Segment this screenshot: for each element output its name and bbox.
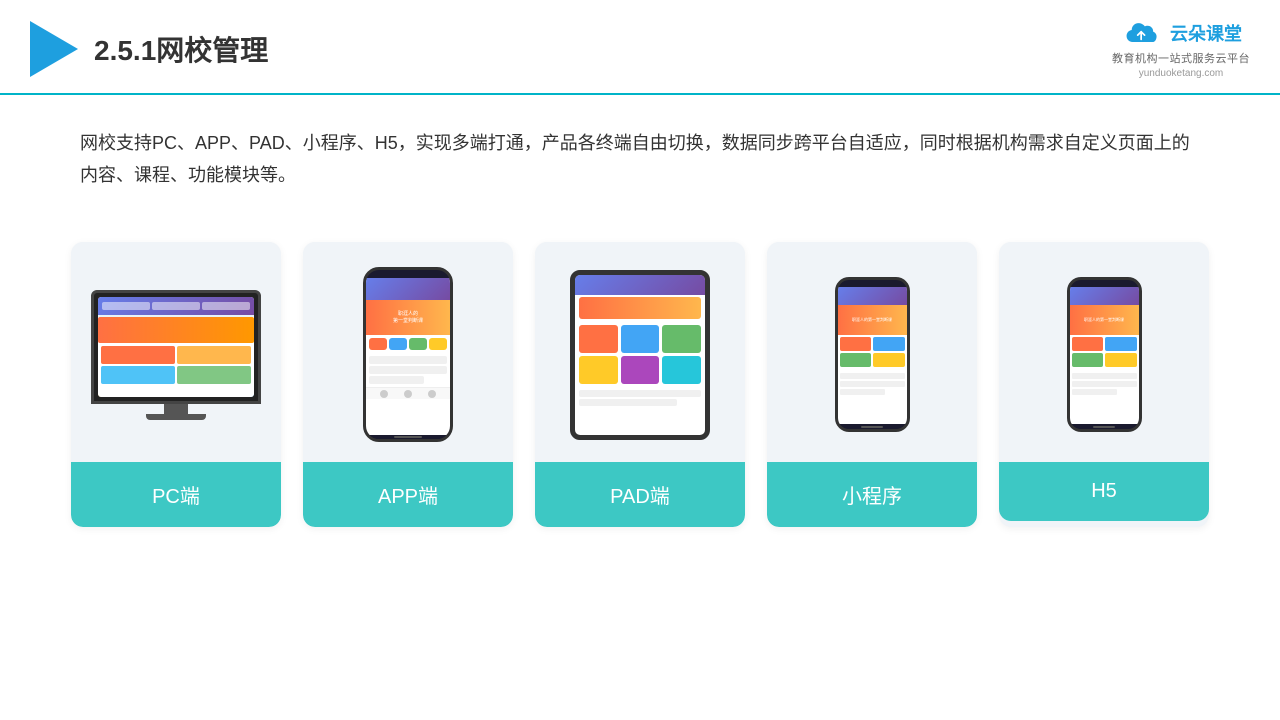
mini-phone-mockup-icon: 职涯人的第一堂判断课 [835,277,910,432]
header-left: 2.5.1网校管理 [30,21,268,77]
pc-monitor-icon [91,290,261,420]
platform-cards: PC端 职涯人的第一堂判断课 [0,212,1280,567]
brand-tagline: 教育机构一站式服务云平台 [1112,50,1250,66]
card-h5-label: H5 [999,462,1209,521]
card-pad-label: PAD端 [535,462,745,527]
description-text: 网校支持PC、APP、PAD、小程序、H5，实现多端打通，产品各终端自由切换，数… [0,95,1280,212]
tablet-mockup-icon [570,270,710,440]
brand-logo: 云朵课堂 [1120,18,1242,48]
card-app-image: 职涯人的第一堂判断课 [303,242,513,462]
card-app-label: APP端 [303,462,513,527]
cloud-logo-icon [1120,18,1164,48]
card-pad-image [535,242,745,462]
card-miniprogram-image: 职涯人的第一堂判断课 [767,242,977,462]
card-app: 职涯人的第一堂判断课 [303,242,513,527]
page-title: 2.5.1网校管理 [94,29,268,69]
card-pc: PC端 [71,242,281,527]
h5-phone-mockup-icon: 职涯人的第一堂判断课 [1067,277,1142,432]
card-miniprogram: 职涯人的第一堂判断课 [767,242,977,527]
card-pc-label: PC端 [71,462,281,527]
card-miniprogram-label: 小程序 [767,462,977,527]
card-h5: 职涯人的第一堂判断课 [999,242,1209,527]
brand-url: yunduoketang.com [1139,68,1224,79]
card-h5-image: 职涯人的第一堂判断课 [999,242,1209,462]
phone-mockup-icon: 职涯人的第一堂判断课 [363,267,453,442]
brand-area: 云朵课堂 教育机构一站式服务云平台 yunduoketang.com [1112,18,1250,79]
logo-icon [30,21,78,77]
page-header: 2.5.1网校管理 云朵课堂 教育机构一站式服务云平台 yunduoketang… [0,0,1280,95]
card-pad: PAD端 [535,242,745,527]
brand-name: 云朵课堂 [1170,20,1242,46]
card-pc-image [71,242,281,462]
